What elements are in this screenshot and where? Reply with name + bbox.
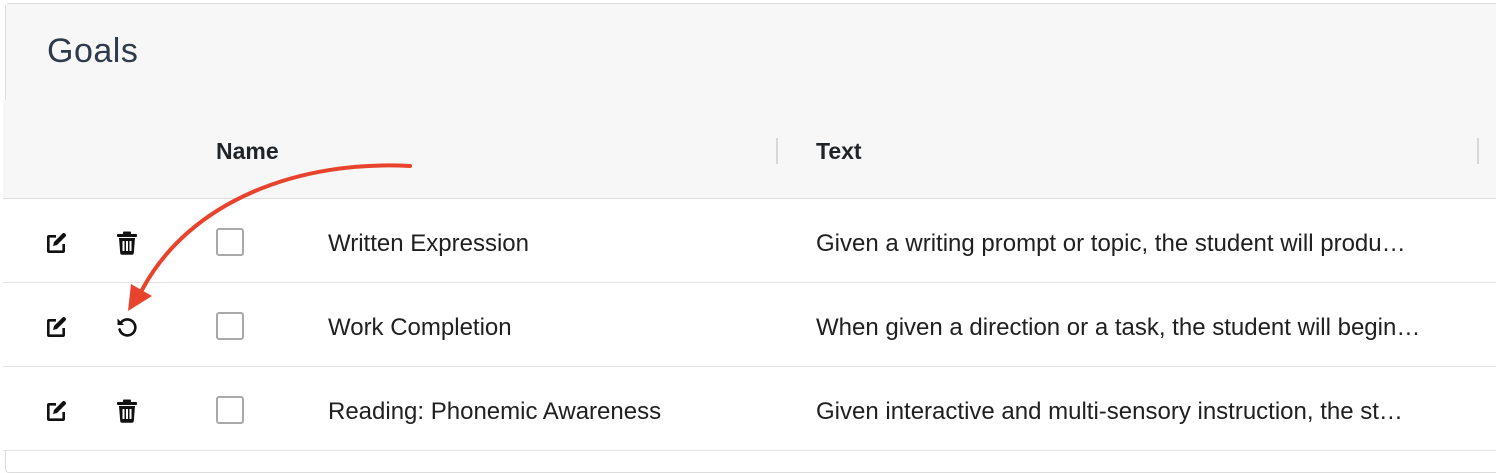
edit-button[interactable] — [43, 398, 69, 424]
goal-name: Work Completion — [328, 314, 512, 341]
card-header: Goals — [6, 4, 1496, 102]
column-header-name[interactable]: Name — [216, 138, 279, 165]
row-checkbox[interactable] — [216, 396, 244, 424]
goal-name: Written Expression — [328, 230, 529, 257]
column-header-text[interactable]: Text — [816, 138, 862, 165]
goal-text: Given a writing prompt or topic, the stu… — [816, 230, 1406, 257]
undo-icon — [117, 318, 137, 337]
delete-button[interactable] — [114, 230, 140, 256]
table-row: Written Expression Given a writing promp… — [3, 199, 1496, 283]
goals-grid: Name Text Written Expression Given a wri… — [3, 100, 1496, 451]
grid-header: Name Text — [3, 100, 1496, 199]
table-row: Reading: Phonemic Awareness Given intera… — [3, 367, 1496, 451]
page-title: Goals — [47, 32, 139, 70]
trash-icon — [117, 231, 137, 255]
goal-text: When given a direction or a task, the st… — [816, 314, 1421, 341]
trash-icon — [117, 399, 137, 423]
goal-text: Given interactive and multi-sensory inst… — [816, 398, 1403, 425]
column-separator[interactable] — [776, 138, 778, 164]
edit-button[interactable] — [43, 314, 69, 340]
column-separator[interactable] — [1477, 138, 1479, 164]
table-row: Work Completion When given a direction o… — [3, 283, 1496, 367]
goal-name: Reading: Phonemic Awareness — [328, 398, 662, 425]
edit-button[interactable] — [43, 230, 69, 256]
edit-icon — [47, 232, 67, 253]
edit-icon — [47, 400, 67, 421]
edit-icon — [47, 316, 67, 337]
restore-button[interactable] — [114, 314, 140, 340]
delete-button[interactable] — [114, 398, 140, 424]
row-checkbox[interactable] — [216, 312, 244, 340]
row-checkbox[interactable] — [216, 228, 244, 256]
